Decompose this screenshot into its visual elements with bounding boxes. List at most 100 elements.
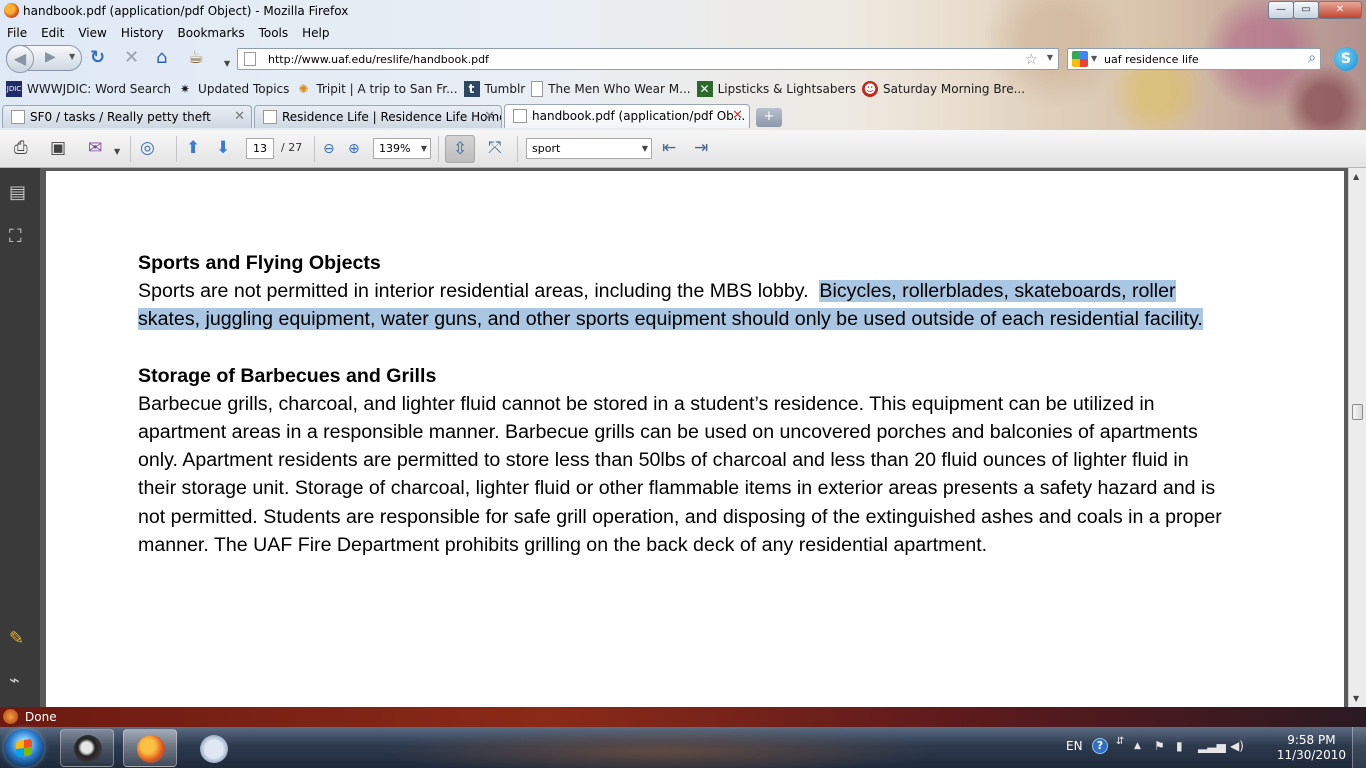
tab-label: handbook.pdf (application/pdf Ob... [532,109,746,123]
tab-label: Residence Life | Residence Life Home [282,110,502,124]
menu-tools[interactable]: Tools [252,24,296,42]
menu-bookmarks[interactable]: Bookmarks [171,24,252,42]
bookmark-item[interactable]: t Tumblr [463,81,525,97]
print-icon[interactable]: ⎙ [14,138,28,158]
share-icon[interactable]: ✉ [88,138,102,158]
reload-icon[interactable]: ↻ [90,49,105,67]
window-controls: — ▭ ✕ [1268,1,1362,19]
firefox-logo-icon [4,3,19,18]
tab-handbook-pdf[interactable]: handbook.pdf (application/pdf Ob... ✕ [504,104,750,128]
taskbar-app-notes[interactable] [186,729,240,767]
find-previous-icon[interactable]: ⇤ [662,138,676,158]
bookmark-item[interactable]: JDIC WWWJDIC: Word Search [6,81,171,97]
bookmark-item[interactable]: ☻ Saturday Morning Bre... [862,81,1025,97]
help-icon[interactable]: ? [1092,738,1108,754]
close-tab-icon[interactable]: ✕ [234,106,245,128]
bookmark-label: WWWJDIC: Word Search [27,82,172,96]
clock[interactable]: 9:58 PM 11/30/2010 [1277,733,1346,763]
find-next-icon[interactable]: ⇥ [694,138,708,158]
toolbar-separator [130,136,131,162]
show-hidden-icons-icon[interactable]: ▲ [1134,741,1141,751]
forward-button[interactable]: ▶ [45,49,56,65]
pdf-toolbar: ⎙ ▣ ✉ ▼ ◎ ⬆ ⬇ / 27 ⊖ ⊕ 139% ▼ ⇳ ⤧ sport … [0,130,1366,168]
scrollbar-thumb[interactable] [1352,404,1363,420]
menu-history[interactable]: History [114,24,171,42]
zoom-out-icon[interactable]: ⊖ [323,139,335,159]
pdf-navigation-pane: ▤ ⛶ ✎ ⌁ [0,168,40,707]
pidgin-icon [74,735,102,763]
tray-options-icon[interactable]: ⇵ [1116,736,1124,747]
network-signal-icon[interactable]: ▂▃▅ [1198,739,1226,753]
search-icon[interactable]: ⌕ [1308,50,1316,66]
favicon-icon [513,109,527,123]
zoom-select[interactable]: 139% ▼ [373,138,431,159]
zoom-in-icon[interactable]: ⊕ [348,139,360,159]
maximize-button[interactable]: ▭ [1293,1,1319,19]
toolbar-separator [517,136,518,162]
pdf-viewer[interactable]: Sports and Flying Objects Sports are not… [40,168,1348,707]
action-center-flag-icon[interactable]: ⚑ [1154,739,1165,753]
tab-sf0[interactable]: SF0 / tasks / Really petty theft ✕ [2,105,252,128]
vertical-scrollbar[interactable]: ▲ ▼ [1348,168,1366,707]
favicon-icon [11,110,25,124]
toolbar-separator [314,136,315,162]
google-engine-icon[interactable] [1072,51,1088,67]
paragraph-text: Sports are not permitted in interior res… [138,280,820,303]
previous-page-icon[interactable]: ⬆ [186,138,200,158]
pages-panel-icon[interactable]: ▤ [9,182,26,203]
bookmark-item[interactable]: ✷ Updated Topics [177,81,289,97]
page-number-input[interactable] [246,138,274,159]
back-forward-group: ◀ ▶ ▼ [6,45,82,73]
close-tab-icon[interactable]: ✕ [484,106,495,128]
back-button[interactable]: ◀ [6,45,34,73]
save-icon[interactable]: ▣ [50,138,66,158]
tab-residence-life[interactable]: Residence Life | Residence Life Home ✕ [254,105,502,128]
home-icon[interactable]: ⌂ [156,49,167,67]
scroll-up-icon[interactable]: ▲ [1353,172,1359,181]
search-input[interactable] [1104,51,1294,67]
tab-label: SF0 / tasks / Really petty theft [30,110,211,124]
taskbar: EN ? ⇵ ▲ ⚑ ▮ ▂▃▅ ◀) 9:58 PM 11/30/2010 [0,727,1366,768]
language-indicator[interactable]: EN [1066,739,1083,753]
fit-width-button[interactable]: ⇳ [445,135,475,163]
start-button[interactable] [4,729,44,767]
bookmark-item[interactable]: ✺ Tripit | A trip to San Fr... [295,81,457,97]
taskbar-app-firefox[interactable] [123,729,177,767]
pdf-page: Sports and Flying Objects Sports are not… [46,171,1344,707]
find-input[interactable]: sport ▼ [526,138,652,159]
menu-edit[interactable]: Edit [34,24,71,42]
taskbar-app-pidgin[interactable] [60,729,114,767]
splat-icon: ✷ [180,82,191,96]
next-page-icon[interactable]: ⬇ [216,138,230,158]
engine-dropdown-icon[interactable]: ▼ [1091,54,1097,63]
close-button[interactable]: ✕ [1318,1,1362,19]
coffee-cup-icon[interactable]: ☕ [188,49,204,67]
history-dropdown-icon[interactable]: ▼ [69,52,75,61]
bookmark-item[interactable]: The Men Who Wear M... [531,81,691,97]
addon-dropdown-icon[interactable]: ▼ [224,55,230,73]
share-dropdown-icon[interactable]: ▼ [114,142,120,162]
close-tab-icon[interactable]: ✕ [732,105,743,127]
skype-icon[interactable]: S [1334,47,1358,71]
collaborate-icon[interactable]: ◎ [140,138,155,158]
menu-file[interactable]: File [0,24,34,42]
menu-help[interactable]: Help [295,24,336,42]
show-desktop-button[interactable] [1352,727,1366,768]
volume-icon[interactable]: ◀) [1230,739,1244,753]
bookmark-item[interactable]: ✕ Lipsticks & Lightsabers [696,81,856,97]
address-bar: ☆ ▼ [237,48,1059,70]
bookmark-star-icon[interactable]: ☆ [1025,50,1038,68]
stop-icon[interactable]: ✕ [124,49,139,67]
menu-view[interactable]: View [71,24,113,42]
comments-icon[interactable]: ✎ [9,628,24,649]
status-bar: Done [0,707,1366,727]
search-panel-icon[interactable]: ⛶ [9,226,22,247]
power-icon[interactable]: ▮ [1176,739,1183,753]
url-dropdown-icon[interactable]: ▼ [1047,53,1053,62]
new-tab-button[interactable]: + [756,108,782,127]
fit-page-button[interactable]: ⤧ [481,135,511,163]
scroll-down-icon[interactable]: ▼ [1353,694,1359,703]
url-input[interactable] [268,51,1008,67]
attachments-icon[interactable]: ⌁ [9,670,20,691]
minimize-button[interactable]: — [1268,1,1294,19]
